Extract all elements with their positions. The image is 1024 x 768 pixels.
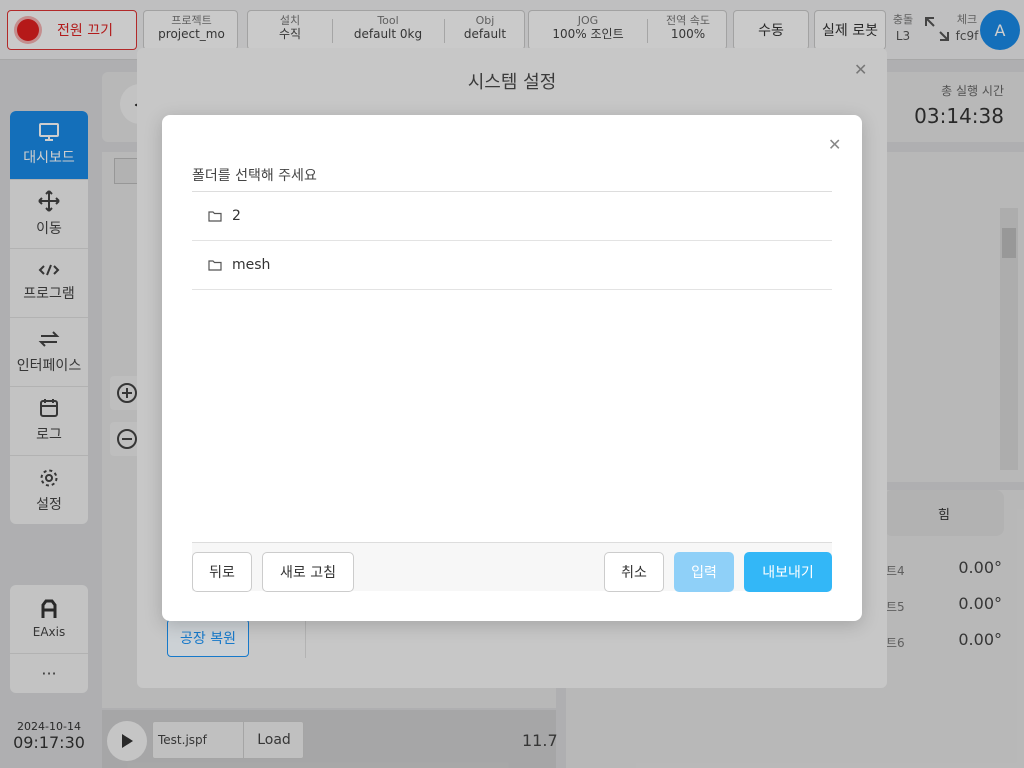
enter-button[interactable]: 입력 bbox=[674, 552, 734, 592]
close-icon[interactable]: ✕ bbox=[828, 135, 841, 154]
folder-name: mesh bbox=[232, 257, 271, 273]
refresh-label: 새로 고침 bbox=[280, 565, 336, 581]
folder-item[interactable]: 2 bbox=[192, 192, 832, 241]
folder-icon bbox=[208, 260, 222, 271]
cancel-button[interactable]: 취소 bbox=[604, 552, 664, 592]
refresh-button[interactable]: 새로 고침 bbox=[262, 552, 354, 592]
folder-name: 2 bbox=[232, 208, 241, 224]
dialog-footer: 뒤로 새로 고침 취소 입력 내보내기 bbox=[192, 542, 832, 592]
export-button[interactable]: 내보내기 bbox=[744, 552, 832, 592]
back-button[interactable]: 뒤로 bbox=[192, 552, 252, 592]
folder-icon bbox=[208, 211, 222, 222]
folder-item[interactable]: mesh bbox=[192, 241, 832, 290]
folder-list: 2 mesh bbox=[192, 191, 832, 290]
export-label: 내보내기 bbox=[762, 565, 814, 581]
enter-label: 입력 bbox=[691, 565, 717, 581]
cancel-label: 취소 bbox=[621, 565, 647, 581]
folder-select-dialog: ✕ 폴더를 선택해 주세요 2 mesh 뒤로 새로 고침 취소 입력 내보내기 bbox=[162, 115, 862, 621]
dialog-title: 폴더를 선택해 주세요 bbox=[192, 168, 317, 184]
back-label: 뒤로 bbox=[209, 565, 235, 581]
